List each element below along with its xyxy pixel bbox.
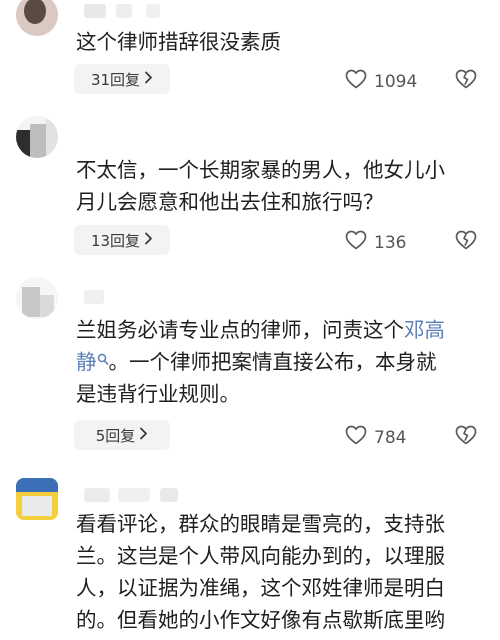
username[interactable] <box>84 488 110 502</box>
dislike-button[interactable] <box>455 69 477 93</box>
comment-text-line: 月儿会愿意和他出去住和旅行吗？ <box>76 190 384 214</box>
chevron-right-icon <box>144 70 153 88</box>
heart-outline-icon <box>345 230 374 255</box>
heart-outline-icon <box>345 69 374 94</box>
reply-count: 31回复 <box>90 70 141 89</box>
avatar[interactable] <box>16 478 58 520</box>
dislike-button[interactable] <box>455 230 477 254</box>
search-icon[interactable] <box>97 344 109 376</box>
broken-heart-icon <box>455 230 477 254</box>
mention-link[interactable]: 邓高 <box>404 318 445 342</box>
username[interactable] <box>84 4 106 18</box>
avatar[interactable] <box>16 0 58 36</box>
chevron-right-icon <box>144 231 153 249</box>
heart-outline-icon <box>345 425 374 450</box>
comment-text-line: 兰。这岂是个人带风向能办到的，以理服 <box>76 544 445 568</box>
like-button[interactable]: 1094 <box>345 69 417 94</box>
like-count: 1094 <box>374 71 418 92</box>
username[interactable] <box>84 290 104 304</box>
comment-text: 不太信，一个长期家暴的男人，他女儿小 月儿会愿意和他出去住和旅行吗？ <box>76 154 486 218</box>
comment-text-line: 不太信，一个长期家暴的男人，他女儿小 <box>76 158 445 182</box>
reply-button[interactable]: 5回复 <box>74 420 170 450</box>
reply-button[interactable]: 31回复 <box>74 64 170 94</box>
comment-text-line: 是违背行业规则。 <box>76 382 240 406</box>
comment-text-line: 看看评论，群众的眼睛是雪亮的，支持张 <box>76 512 445 536</box>
mention-link[interactable]: 静 <box>76 350 97 374</box>
broken-heart-icon <box>455 425 477 449</box>
username[interactable] <box>118 488 150 502</box>
username[interactable] <box>116 4 132 18</box>
comment-text-line: 兰姐务必请专业点的律师，问责这个 <box>76 318 404 342</box>
comment-text-line: 。一个律师把案情直接公布，本身就 <box>108 350 437 374</box>
comment-text: 这个律师措辞很没素质 <box>76 30 281 54</box>
comment-text: 看看评论，群众的眼睛是雪亮的，支持张 兰。这岂是个人带风向能办到的，以理服 人，… <box>76 508 486 636</box>
reply-count: 5回复 <box>95 426 136 445</box>
like-button[interactable]: 136 <box>345 230 406 255</box>
username[interactable] <box>160 488 178 502</box>
like-count: 784 <box>374 427 407 448</box>
avatar[interactable] <box>16 116 58 158</box>
reply-button[interactable]: 13回复 <box>74 225 170 255</box>
comment-text-line: 的。但看她的小作文好像有点歇斯底里哟 <box>76 608 445 632</box>
like-button[interactable]: 784 <box>345 425 406 450</box>
chevron-right-icon <box>139 426 148 444</box>
reply-count: 13回复 <box>90 231 141 250</box>
like-count: 136 <box>374 232 407 253</box>
username[interactable] <box>146 4 160 18</box>
comment-text-line: 人，以证据为准绳，这个邓姓律师是明白 <box>76 576 445 600</box>
comment-text: 兰姐务必请专业点的律师，问责这个邓高 静。一个律师把案情直接公布，本身就 是违背… <box>76 314 486 410</box>
dislike-button[interactable] <box>455 425 477 449</box>
broken-heart-icon <box>455 69 477 93</box>
avatar[interactable] <box>16 277 58 319</box>
